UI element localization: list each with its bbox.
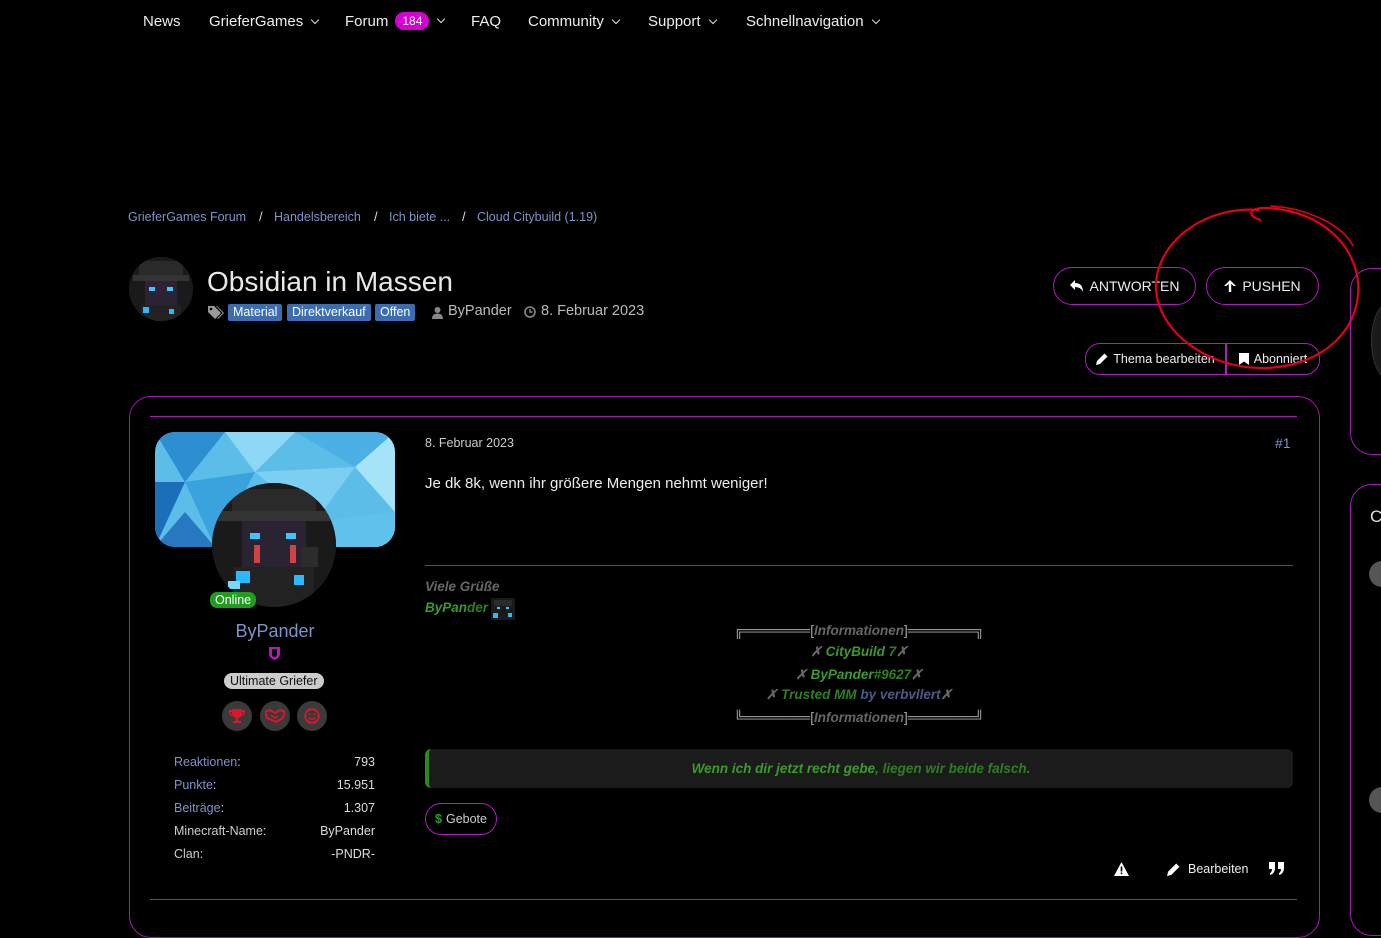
chevron-down-icon <box>708 15 717 24</box>
nav-item-faq[interactable]: FAQ <box>471 13 501 30</box>
breadcrumb-item[interactable]: GrieferGames Forum <box>128 210 246 224</box>
chevron-down-icon <box>871 15 880 24</box>
stat-value-points: 15.951 <box>336 778 375 792</box>
breadcrumb-item[interactable]: Handelsbereich <box>274 210 361 224</box>
dollar-icon: $ <box>435 812 442 826</box>
nav-label: FAQ <box>471 13 502 30</box>
nav-label: GrieferGames <box>209 13 304 30</box>
thread-author-avatar[interactable] <box>129 257 193 321</box>
nav-item-community[interactable]: Community <box>528 13 621 30</box>
signature-line-trusted: ✗ Trusted MM by verbvllert✗ <box>766 687 952 702</box>
post-top-divider <box>150 416 1297 417</box>
nav-label: Forum <box>345 13 389 30</box>
pencil-icon <box>1096 353 1108 365</box>
post-text: Je dk 8k, wenn ihr größere Mengen nehmt … <box>425 475 768 492</box>
stat-value-minecraft-name: ByPander <box>320 824 375 838</box>
stat-label-clan: Clan: <box>174 847 204 861</box>
smiley-icon[interactable] <box>297 701 327 731</box>
stat-value-reactions: 793 <box>354 755 375 769</box>
signature-box-bottom: ╚═══════[Informationen]═══════╝ <box>733 710 985 725</box>
username[interactable]: ByPander <box>155 621 395 642</box>
sidebar-user-avatar[interactable] <box>1369 561 1381 587</box>
top-navigation: News GrieferGames Forum 184 FAQ Community… <box>0 0 1381 44</box>
sidebar-panel-top <box>1350 268 1381 455</box>
breadcrumb-separator: / <box>374 209 378 224</box>
sidebar-avatar[interactable] <box>1371 304 1381 378</box>
forum-count-badge: 184 <box>395 11 430 30</box>
post-number-link[interactable]: #1 <box>1275 435 1291 451</box>
nav-item-news[interactable]: News <box>143 13 181 30</box>
stat-label-posts[interactable]: Beiträge: <box>174 801 224 815</box>
thread-date: 8. Februar 2023 <box>541 303 645 319</box>
stat-label-points[interactable]: Punkte: <box>174 778 216 792</box>
breadcrumb-separator: / <box>462 209 466 224</box>
reply-icon <box>1069 280 1083 292</box>
breadcrumb-separator: / <box>259 209 263 224</box>
report-warning-icon[interactable] <box>1114 862 1129 881</box>
nav-label: Support <box>648 13 701 30</box>
tag-material[interactable]: Material <box>228 304 283 321</box>
nav-item-forum[interactable]: Forum 184 <box>345 11 446 30</box>
signature-box-top: ╔═══════[Informationen]═══════╗ <box>733 623 985 638</box>
online-badge: Online <box>210 592 257 608</box>
user-rank-badge: Ultimate Griefer <box>224 673 324 689</box>
breadcrumb-item[interactable]: Cloud Citybuild (1.19) <box>477 210 597 224</box>
tag-direktverkauf[interactable]: Direktverkauf <box>287 304 371 321</box>
breadcrumb-item[interactable]: Ich biete ... <box>389 210 450 224</box>
shield-icon <box>269 647 280 665</box>
clock-icon <box>524 305 536 323</box>
chevron-down-icon <box>310 15 320 24</box>
nav-label: News <box>143 13 181 30</box>
chevron-down-icon <box>611 15 621 24</box>
stat-label-reactions[interactable]: Reaktionen: <box>174 755 241 769</box>
trophy-icon[interactable] <box>222 701 252 731</box>
thread-title: Obsidian in Massen <box>207 266 453 297</box>
handshake-icon[interactable] <box>260 701 290 731</box>
post-date[interactable]: 8. Februar 2023 <box>425 436 514 450</box>
nav-item-griefergames[interactable]: GrieferGames <box>209 13 320 30</box>
signature-greeting: Viele Grüße <box>425 579 500 594</box>
sidebar-user-avatar[interactable] <box>1369 787 1381 813</box>
tags-icon <box>207 305 224 324</box>
post-bottom-divider <box>150 899 1297 900</box>
nav-item-schnellnavigation[interactable]: Schnellnavigation <box>746 13 880 30</box>
sidebar-panel-bottom: C <box>1350 484 1381 936</box>
offers-label: Gebote <box>445 812 487 826</box>
thread-author[interactable]: ByPander <box>448 303 512 319</box>
stat-value-clan: -PNDR- <box>331 847 375 861</box>
nav-item-support[interactable]: Support <box>648 13 717 30</box>
offers-button[interactable]: $ Gebote <box>425 803 497 835</box>
signature-divider <box>425 565 1293 566</box>
signature-name: ByPander <box>425 600 489 615</box>
signature-skin-image <box>491 598 515 625</box>
signature-quote: Wenn ich dir jetzt recht gebe, liegen wi… <box>691 761 1031 776</box>
stat-label-minecraft-name: Minecraft-Name: <box>174 824 267 838</box>
signature-quote-box: Wenn ich dir jetzt recht gebe, liegen wi… <box>425 749 1293 788</box>
signature-line-discord: ✗ ByPander#9627✗ <box>795 667 923 682</box>
tag-offen[interactable]: Offen <box>375 304 416 321</box>
signature-line-citybuild: ✗ CityBuild 7✗ <box>810 644 908 659</box>
pencil-icon <box>1167 863 1180 876</box>
user-avatar[interactable] <box>212 483 336 607</box>
red-annotation-circle <box>1154 205 1360 370</box>
quote-icon[interactable] <box>1269 862 1284 880</box>
edit-post-button[interactable]: Bearbeiten <box>1167 862 1248 876</box>
stat-value-posts: 1.307 <box>343 801 375 815</box>
nav-label: Schnellnavigation <box>746 13 864 30</box>
edit-post-label: Bearbeiten <box>1188 862 1249 876</box>
user-icon <box>432 306 443 324</box>
sidebar-panel-heading: C <box>1370 507 1381 526</box>
chevron-down-icon <box>437 14 446 23</box>
nav-label: Community <box>528 13 604 30</box>
